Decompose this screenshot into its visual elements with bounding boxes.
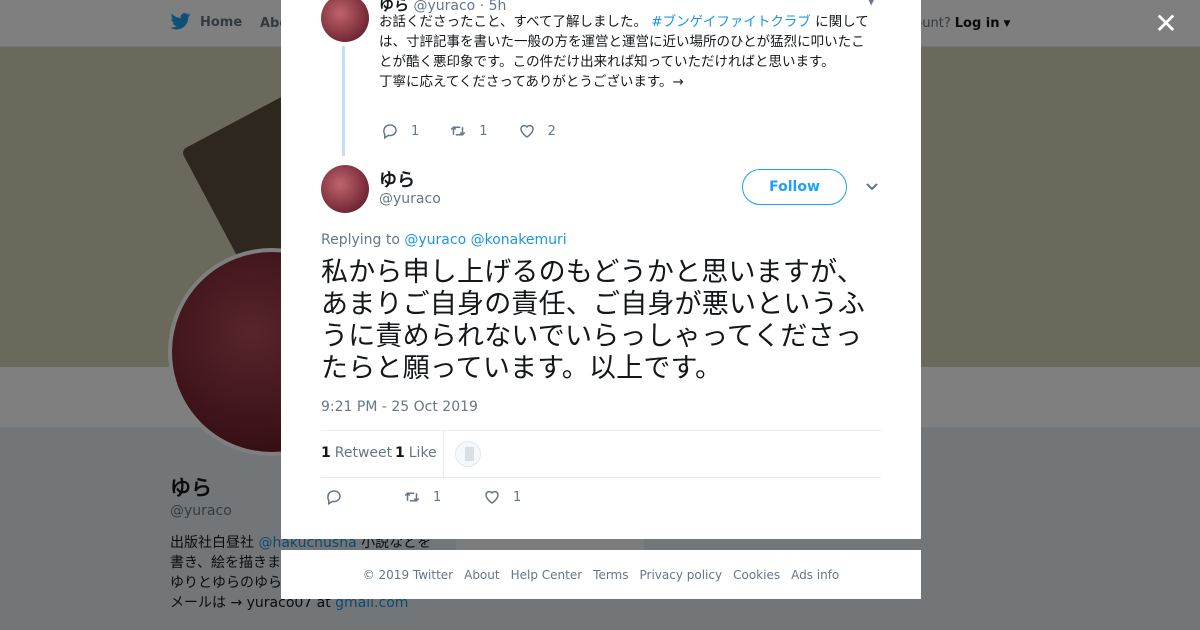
reply-icon (383, 124, 397, 140)
retweet-icon (451, 126, 466, 136)
like-button[interactable]: 2 (518, 122, 556, 140)
retweets-count: 1 (321, 445, 331, 461)
previous-tweet-actions: 1 1 2 (381, 122, 556, 140)
retweet-icon (404, 492, 420, 502)
footer-cookies-link[interactable]: Cookies (733, 568, 780, 582)
footer-ads-link[interactable]: Ads info (791, 568, 839, 582)
likes-label: Like (408, 445, 437, 461)
modal-footer: © 2019 Twitter About Help Center Terms P… (281, 550, 921, 599)
reply-button[interactable]: 1 (381, 122, 419, 140)
tweet-modal: ゆら @yuraco · 5h ▼ お話くださったこと、すべて了解しました。 #… (281, 0, 921, 539)
previous-tweet-text: お話くださったこと、すべて了解しました。 #ブンゲイファイトクラブ に関しては、… (379, 12, 874, 92)
tweet-timestamp[interactable]: 9:21 PM - 25 Oct 2019 (321, 399, 478, 415)
like-count: 2 (547, 123, 556, 139)
thread-connector-line (342, 46, 345, 156)
close-icon[interactable]: ✕ (1154, 10, 1178, 38)
retweet-count: 1 (479, 123, 488, 139)
like-button[interactable]: 1 (483, 488, 521, 506)
mention-link[interactable]: @yuraco (404, 232, 466, 248)
tweet-text: 私から申し上げるのもどうかと思いますが、あまりご自身の責任、ご自身が悪いというふ… (321, 257, 865, 384)
like-icon (519, 124, 534, 138)
retweet-button[interactable]: 1 (403, 488, 441, 506)
tweet-author-handle[interactable]: @yuraco (379, 191, 441, 207)
tweet-text: お話くださったこと、すべて了解しました。 (379, 14, 647, 30)
hashtag-link[interactable]: #ブンゲイファイトクラブ (651, 14, 811, 30)
likes-count: 1 (395, 445, 405, 461)
reply-count: 1 (411, 123, 420, 139)
footer-privacy-link[interactable]: Privacy policy (640, 568, 723, 582)
tweet-text: 丁寧に応えてくださってありがとうございます。→ (379, 74, 684, 90)
replying-to: Replying to @yuraco @konakemuri (321, 232, 567, 248)
reply-icon (327, 490, 341, 506)
avatar[interactable] (455, 441, 481, 467)
chevron-down-icon[interactable] (865, 180, 879, 194)
reply-button[interactable] (325, 488, 343, 506)
footer-terms-link[interactable]: Terms (593, 568, 628, 582)
retweet-count: 1 (433, 489, 442, 505)
mention-link[interactable]: @konakemuri (471, 232, 567, 248)
avatar[interactable] (321, 165, 369, 213)
footer-about-link[interactable]: About (464, 568, 499, 582)
like-count: 1 (513, 489, 522, 505)
footer-help-link[interactable]: Help Center (511, 568, 583, 582)
footer-copyright: © 2019 Twitter (362, 567, 454, 582)
retweet-button[interactable]: 1 (449, 122, 488, 140)
likes-stat[interactable]: 1 Like (395, 445, 437, 461)
chevron-down-icon[interactable]: ▼ (867, 0, 875, 7)
follow-button[interactable]: Follow (742, 169, 847, 205)
like-icon (485, 490, 499, 504)
replying-to-label: Replying to (321, 232, 400, 248)
tweet-author-name[interactable]: ゆら (379, 166, 415, 192)
divider (443, 431, 444, 477)
tweet-stats: 1 Retweet 1 Like (321, 430, 881, 478)
avatar[interactable] (321, 0, 369, 42)
retweets-label: Retweet (334, 445, 393, 461)
retweets-stat[interactable]: 1 Retweet (321, 445, 392, 461)
